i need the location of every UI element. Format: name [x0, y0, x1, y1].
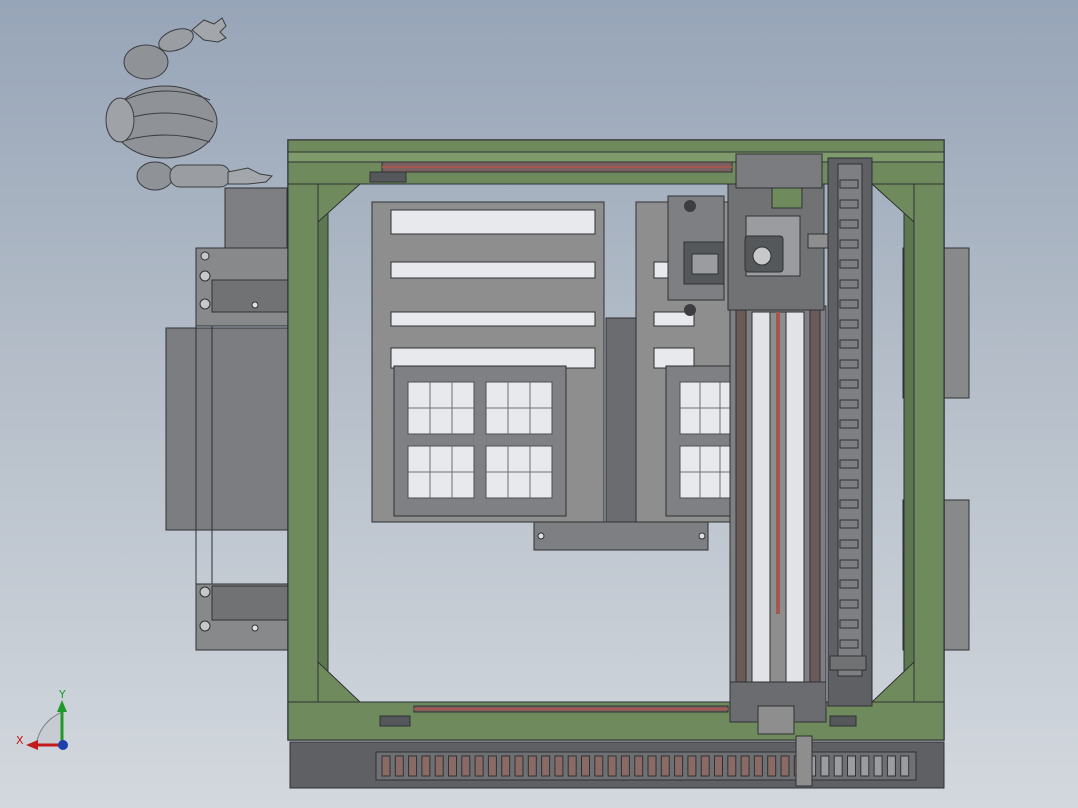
bottom-rail-end-block — [379, 715, 411, 727]
frame-right-post — [913, 183, 945, 703]
chain-link — [833, 755, 843, 777]
chain-link — [541, 755, 551, 777]
chain-link — [487, 755, 497, 777]
tray-slot — [390, 347, 596, 369]
chain-link — [434, 755, 444, 777]
bolt — [199, 620, 211, 632]
chain-link — [860, 755, 870, 777]
center-bar — [533, 521, 709, 551]
robot-lower-link — [136, 161, 174, 191]
cable-chain-end — [829, 655, 867, 671]
chain-link — [607, 755, 617, 777]
triad-plane-icon — [35, 711, 63, 746]
bottom-rail-end-block-right — [829, 715, 857, 727]
top-rail-end-block — [369, 171, 407, 183]
chain-link — [647, 755, 657, 777]
bolt — [199, 270, 211, 282]
corner-gusset — [317, 183, 362, 224]
chain-link — [581, 755, 590, 777]
corner-gusset — [870, 183, 915, 224]
tray-slot — [653, 347, 695, 369]
bolt — [537, 532, 545, 540]
chain-link — [873, 755, 883, 777]
chain-link — [527, 755, 537, 777]
robot-hand-top — [191, 17, 227, 43]
control-cabinet — [165, 327, 289, 531]
bolt — [698, 532, 706, 540]
chain-link — [820, 755, 830, 777]
chain-link — [594, 755, 604, 777]
frame-left-post — [287, 183, 319, 703]
chain-link — [408, 755, 418, 777]
cable-chain-horizontal[interactable] — [289, 735, 945, 789]
gripper-knob — [684, 304, 696, 316]
robot-wrist-link — [169, 164, 231, 188]
robot-upper-arm — [123, 44, 169, 80]
lower-left-bracket-inner — [211, 585, 289, 621]
chain-link — [714, 755, 723, 777]
chain-link — [740, 755, 750, 777]
chain-link — [381, 755, 391, 777]
gripper-knob — [684, 200, 696, 212]
robot-hand-right — [227, 167, 274, 185]
upper-left-bracket-inner — [211, 279, 289, 313]
chain-link — [567, 755, 577, 777]
chain-link — [900, 755, 910, 777]
gantry-foot-plate — [757, 705, 795, 735]
axis-y-label: Y — [58, 688, 66, 701]
chain-link — [660, 755, 670, 777]
gantry-beam-rail-left — [735, 305, 747, 719]
left-mount-assembly[interactable] — [165, 187, 289, 651]
chain-link — [501, 755, 511, 777]
axis-x-arrow-icon — [26, 740, 38, 750]
chain-link — [687, 755, 697, 777]
bottom-chain-joint — [795, 735, 813, 787]
axis-z-dot-icon — [58, 740, 68, 750]
chain-link — [514, 755, 524, 777]
bolt — [251, 301, 259, 309]
robot-shoulder — [105, 97, 135, 143]
tray-slot — [390, 261, 596, 279]
axis-x-label: X — [16, 734, 24, 747]
chain-link — [886, 755, 896, 777]
corner-gusset — [317, 660, 362, 703]
bolt — [200, 251, 210, 261]
bolt — [199, 298, 211, 310]
chain-link — [847, 755, 856, 777]
chain-link — [461, 755, 471, 777]
chain-link — [448, 755, 457, 777]
cable-chain-vertical[interactable] — [827, 157, 873, 707]
gantry-beam-rail-right — [809, 305, 821, 719]
bolt — [199, 586, 211, 598]
coordinate-triad: Y X — [16, 688, 68, 750]
gantry-head-top — [735, 153, 823, 189]
robot-arm[interactable] — [105, 17, 274, 191]
cad-viewport[interactable]: Y X — [0, 0, 1078, 808]
chain-link — [421, 755, 431, 777]
chain-link — [620, 755, 630, 777]
gantry-head-window — [771, 187, 803, 209]
chain-link — [767, 755, 777, 777]
gripper-window — [691, 253, 719, 275]
chain-link — [394, 755, 404, 777]
center-divider-plate — [605, 317, 637, 523]
chain-link — [554, 755, 564, 777]
frame-right-rail — [903, 183, 915, 703]
chain-link — [474, 755, 484, 777]
axis-y-arrow-icon — [57, 700, 67, 712]
corner-gusset — [870, 660, 915, 703]
chain-link — [727, 755, 737, 777]
bolt — [251, 624, 259, 632]
tray-panel-left[interactable] — [371, 201, 605, 523]
chain-link — [634, 755, 644, 777]
chain-link — [780, 755, 790, 777]
chain-link — [674, 755, 684, 777]
chain-link — [700, 755, 710, 777]
frame-left-rail — [317, 183, 329, 703]
tray-slot — [390, 209, 596, 235]
tray-slot — [390, 311, 596, 327]
chain-link — [753, 755, 763, 777]
gantry-spindle — [752, 246, 772, 266]
